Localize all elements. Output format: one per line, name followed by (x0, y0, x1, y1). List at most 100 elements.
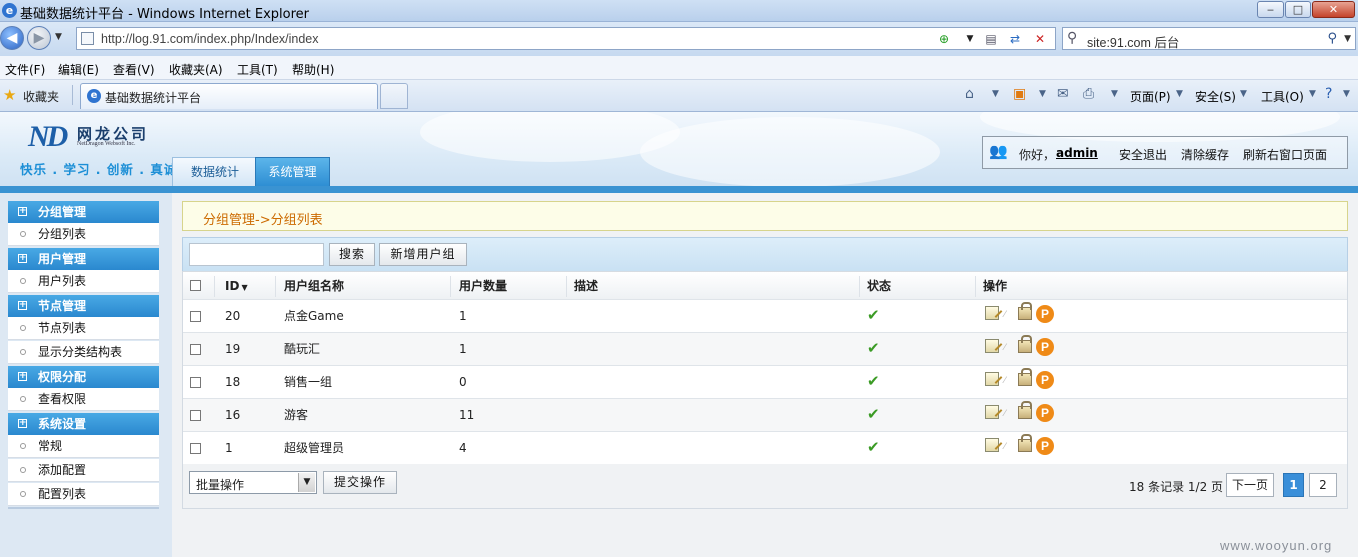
menu-edit[interactable]: 编辑(E) (58, 61, 99, 78)
minimize-button[interactable]: ‒ (1257, 1, 1284, 18)
sidebar-group-group-management[interactable]: + 分组管理 (8, 201, 159, 223)
feeds-icon[interactable]: ▣ (1013, 86, 1026, 102)
column-header-status[interactable]: 状态 (867, 272, 891, 299)
print-icon[interactable]: ⎙ (1083, 86, 1094, 102)
search-box[interactable]: ⚲ site:91.com 后台 ⚲ ▼ (1062, 27, 1356, 50)
row-checkbox[interactable] (190, 443, 201, 454)
close-window-button[interactable]: ✕ (1312, 1, 1355, 18)
help-icon[interactable]: ? (1325, 86, 1332, 102)
edit-icon[interactable] (985, 306, 999, 320)
back-button[interactable]: ◀ (0, 26, 24, 50)
row-checkbox[interactable] (190, 344, 201, 355)
menu-tools[interactable]: 工具(T) (237, 61, 278, 78)
add-user-group-button[interactable]: 新增用户组 (379, 243, 467, 266)
row-checkbox[interactable] (190, 311, 201, 322)
sidebar-item-user-list[interactable]: 用户列表 (8, 270, 159, 293)
search-go-icon[interactable]: ⚲ (1327, 31, 1337, 46)
favorites-star-icon[interactable]: ★ (3, 86, 16, 104)
username-link[interactable]: admin (1056, 146, 1098, 160)
safety-dropdown-icon[interactable]: ▼ (1240, 89, 1247, 99)
new-tab-button[interactable] (380, 83, 408, 109)
menu-view[interactable]: 查看(V) (113, 61, 155, 78)
select-all-checkbox[interactable] (190, 280, 201, 291)
permission-icon[interactable]: P (1036, 404, 1054, 422)
refresh-right-frame-link[interactable]: 刷新右窗口页面 (1243, 146, 1327, 163)
logout-link[interactable]: 安全退出 (1119, 146, 1167, 163)
sidebar-item-node-list[interactable]: 节点列表 (8, 317, 159, 340)
status-enabled-icon[interactable]: ✔ (867, 306, 880, 324)
search-input[interactable]: site:91.com 后台 (1087, 32, 1179, 51)
menu-file[interactable]: 文件(F) (5, 61, 45, 78)
menu-favorites[interactable]: 收藏夹(A) (169, 61, 223, 78)
status-enabled-icon[interactable]: ✔ (867, 372, 880, 390)
recent-pages-dropdown[interactable]: ▼ (55, 32, 62, 42)
sidebar-group-node-management[interactable]: + 节点管理 (8, 295, 159, 317)
permission-icon[interactable]: P (1036, 437, 1054, 455)
status-enabled-icon[interactable]: ✔ (867, 438, 880, 456)
permission-icon[interactable]: P (1036, 338, 1054, 356)
address-url[interactable]: http://log.91.com/index.php/Index/index (101, 32, 319, 46)
home-dropdown-icon[interactable]: ▼ (992, 89, 999, 99)
forward-button[interactable]: ▶ (27, 26, 51, 50)
sidebar-item-category-tree[interactable]: 显示分类结构表 (8, 341, 159, 364)
edit-icon[interactable] (985, 339, 999, 353)
page-menu[interactable]: 页面(P) (1130, 88, 1171, 105)
row-checkbox[interactable] (190, 377, 201, 388)
column-header-count[interactable]: 用户数量 (459, 272, 507, 299)
permission-icon[interactable]: P (1036, 305, 1054, 323)
sidebar-group-permissions[interactable]: + 权限分配 (8, 366, 159, 388)
edit-icon[interactable] (985, 405, 999, 419)
column-header-name[interactable]: 用户组名称 (284, 272, 344, 299)
browser-tab[interactable]: e 基础数据统计平台 (80, 83, 378, 109)
edit-icon[interactable] (985, 372, 999, 386)
clear-cache-link[interactable]: 清除缓存 (1181, 146, 1229, 163)
search-options-icon[interactable]: ▼ (1344, 34, 1351, 44)
permission-icon[interactable]: P (1036, 371, 1054, 389)
submit-action-button[interactable]: 提交操作 (323, 471, 397, 494)
print-dropdown-icon[interactable]: ▼ (1111, 89, 1118, 99)
sidebar-group-user-management[interactable]: + 用户管理 (8, 248, 159, 270)
refresh-icon[interactable]: ⇄ (1006, 31, 1024, 47)
lock-icon[interactable] (1018, 302, 1032, 320)
safety-menu[interactable]: 安全(S) (1195, 88, 1236, 105)
mail-icon[interactable]: ✉ (1057, 86, 1069, 102)
lock-icon[interactable] (1018, 434, 1032, 452)
tools-menu[interactable]: 工具(O) (1261, 88, 1304, 105)
tools-dropdown-icon[interactable]: ▼ (1309, 89, 1316, 99)
sidebar-item-general[interactable]: 常规 (8, 435, 159, 458)
status-enabled-icon[interactable]: ✔ (867, 339, 880, 357)
batch-action-select[interactable]: 批量操作 ▼ (189, 471, 317, 494)
address-dropdown-icon[interactable]: ▼ (961, 31, 979, 47)
lock-icon[interactable] (1018, 401, 1032, 419)
help-dropdown-icon[interactable]: ▼ (1343, 89, 1350, 99)
address-bar[interactable]: http://log.91.com/index.php/Index/index … (76, 27, 1056, 50)
search-input[interactable] (189, 243, 324, 266)
stop-icon[interactable]: ✕ (1031, 31, 1049, 47)
menu-help[interactable]: 帮助(H) (292, 61, 334, 78)
sidebar-item-group-list[interactable]: 分组列表 (8, 223, 159, 246)
favorites-button[interactable]: 收藏夹 (23, 88, 59, 105)
status-enabled-icon[interactable]: ✔ (867, 405, 880, 423)
lock-icon[interactable] (1018, 368, 1032, 386)
page-2-button[interactable]: 2 (1309, 473, 1337, 497)
sidebar-item-config-list[interactable]: 配置列表 (8, 483, 159, 506)
tab-system-management[interactable]: 系统管理 (255, 157, 330, 186)
compat-view-icon[interactable]: ▤ (982, 31, 1000, 47)
lock-icon[interactable] (1018, 335, 1032, 353)
sidebar-group-system-settings[interactable]: + 系统设置 (8, 413, 159, 435)
next-page-button[interactable]: 下一页 (1226, 473, 1274, 497)
column-header-description[interactable]: 描述 (574, 272, 598, 299)
row-checkbox[interactable] (190, 410, 201, 421)
addon-icon[interactable]: ⊕ (935, 31, 953, 47)
search-button[interactable]: 搜索 (329, 243, 375, 266)
feeds-dropdown-icon[interactable]: ▼ (1039, 89, 1046, 99)
sidebar-item-view-permissions[interactable]: 查看权限 (8, 388, 159, 411)
page-dropdown-icon[interactable]: ▼ (1176, 89, 1183, 99)
column-header-id[interactable]: ID ▼ (225, 272, 248, 299)
chevron-down-icon[interactable]: ▼ (298, 473, 315, 492)
page-1-button[interactable]: 1 (1283, 473, 1304, 497)
edit-icon[interactable] (985, 438, 999, 452)
maximize-button[interactable]: □ (1285, 1, 1311, 18)
home-icon[interactable]: ⌂ (965, 86, 974, 102)
sidebar-item-add-config[interactable]: 添加配置 (8, 459, 159, 482)
